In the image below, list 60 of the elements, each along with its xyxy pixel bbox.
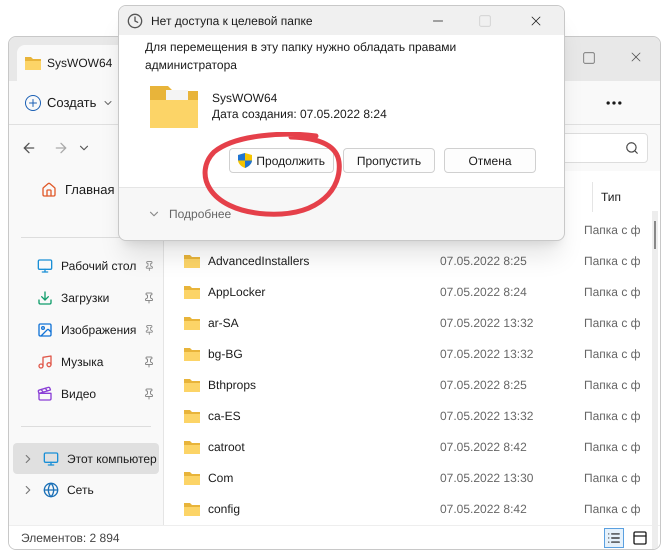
details-view-icon[interactable] — [604, 528, 624, 548]
dialog-button[interactable]: Пропустить — [343, 148, 435, 173]
folder-icon — [184, 470, 200, 484]
creation-date: Дата создания: 07.05.2022 8:24 — [212, 106, 387, 122]
pin-icon[interactable] — [144, 260, 155, 272]
folder-icon — [184, 408, 200, 422]
folder-icon — [25, 56, 41, 70]
folder-icon — [184, 346, 200, 360]
computer-icon — [43, 450, 59, 466]
vertical-scrollbar[interactable] — [652, 211, 658, 549]
desktop-icon — [37, 258, 53, 274]
sidebar-item[interactable]: Главная — [9, 175, 163, 205]
column-header[interactable]: Тип — [601, 188, 622, 206]
file-row[interactable]: bg-BG 07.05.2022 13:32 Папка с ф — [164, 338, 660, 369]
folder-icon — [184, 316, 200, 330]
sidebar-item[interactable]: Загрузки — [9, 282, 163, 314]
sidebar-item[interactable]: Изображения — [9, 314, 163, 346]
folder-icon — [184, 284, 200, 298]
forward-icon[interactable] — [53, 140, 69, 156]
music-icon — [37, 354, 53, 370]
picture-icon — [37, 322, 53, 338]
video-icon — [37, 386, 53, 402]
file-row[interactable]: AdvancedInstallers 07.05.2022 8:25 Папка с ф — [164, 245, 660, 276]
dialog-title: Нет доступа к целевой папке — [151, 12, 314, 30]
folder-icon — [184, 502, 200, 516]
search-icon — [625, 141, 639, 155]
file-row[interactable]: catroot 07.05.2022 8:42 Папка с ф — [164, 431, 660, 462]
download-icon — [37, 290, 53, 306]
sidebar-item[interactable]: Сеть — [13, 474, 159, 505]
pin-icon[interactable] — [143, 388, 155, 400]
new-button[interactable]: Создать — [21, 92, 118, 112]
folder-icon — [184, 254, 200, 268]
folder-name: SysWOW64 — [212, 90, 278, 106]
details-link[interactable]: Подробнее — [169, 205, 232, 223]
sidebar-item[interactable]: Этот компьютер — [13, 443, 159, 474]
file-row[interactable]: Com 07.05.2022 13:30 Папка с ф — [164, 462, 660, 493]
file-row[interactable]: Bthprops 07.05.2022 8:25 Папка с ф — [164, 369, 660, 400]
sidebar-item[interactable]: Видео — [9, 378, 163, 410]
pin-icon[interactable] — [144, 324, 155, 336]
item-count: Элементов: 2 894 — [21, 530, 120, 546]
back-icon[interactable] — [21, 140, 37, 156]
shield-icon — [238, 153, 252, 168]
folder-icon — [184, 440, 200, 454]
dialog-button[interactable]: Продолжить — [229, 148, 334, 173]
tiles-view-icon[interactable] — [632, 530, 648, 546]
file-row[interactable]: config 07.05.2022 8:42 Папка с ф — [164, 493, 660, 524]
pin-icon[interactable] — [143, 292, 155, 304]
dialog-button[interactable]: Отмена — [444, 148, 536, 173]
pin-icon[interactable] — [143, 356, 155, 368]
file-row[interactable]: ca-ES 07.05.2022 13:32 Папка с ф — [164, 400, 660, 431]
home-icon — [41, 182, 57, 198]
file-row[interactable]: AppLocker 07.05.2022 8:24 Папка с ф — [164, 276, 660, 307]
network-icon — [43, 482, 59, 498]
clock-icon — [127, 12, 143, 28]
folder-icon — [184, 378, 200, 392]
file-row[interactable]: ar-SA 07.05.2022 13:32 Папка с ф — [164, 307, 660, 338]
sidebar-item[interactable]: Рабочий стол — [9, 250, 163, 282]
sidebar-item[interactable]: Музыка — [9, 346, 163, 378]
plus-icon — [25, 94, 41, 110]
maximize-icon[interactable] — [582, 51, 596, 65]
